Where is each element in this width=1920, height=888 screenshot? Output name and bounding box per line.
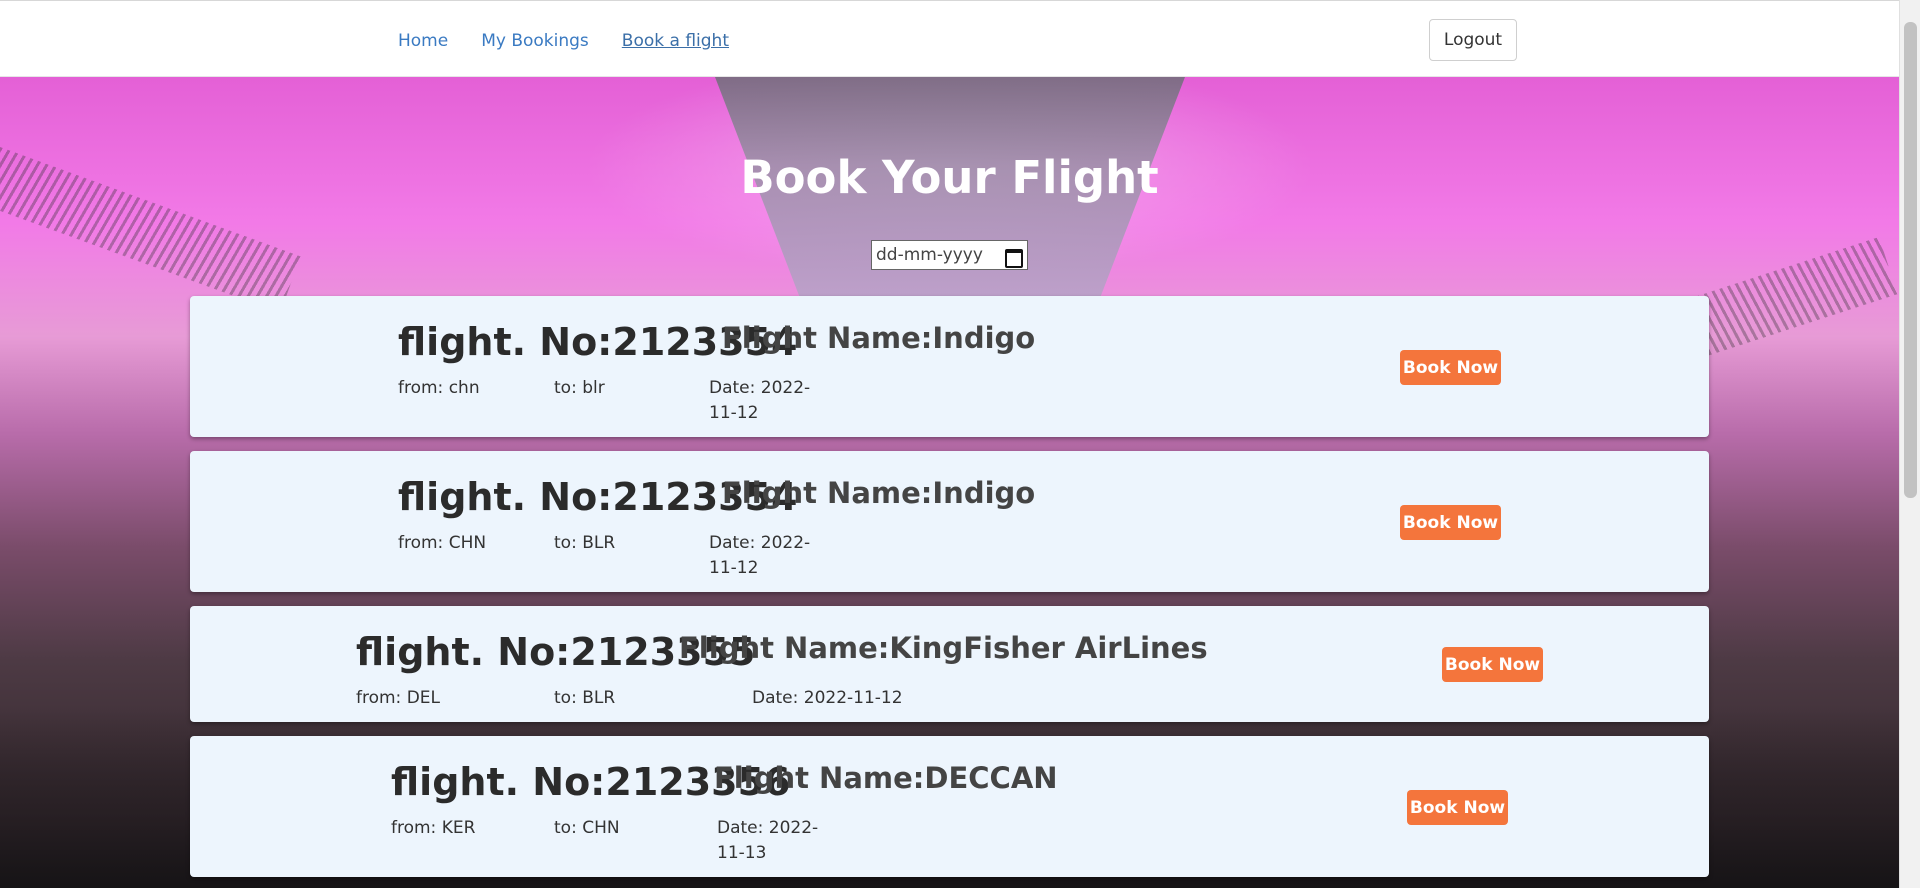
flight-to: to: BLR [554,533,616,553]
nav-my-bookings-link[interactable]: My Bookings [481,31,589,51]
flight-card: flight. No:2123354 Flight Name:Indigo fr… [190,451,1709,592]
flight-card: flight. No:2123356 Flight Name:DECCAN fr… [190,736,1709,877]
flight-from: from: DEL [356,688,440,708]
logout-button[interactable]: Logout [1429,19,1517,61]
flight-from: from: KER [391,818,476,838]
flight-from: from: CHN [398,533,487,553]
book-now-button[interactable]: Book Now [1400,350,1501,385]
flight-name: Flight Name:Indigo [722,476,1036,510]
top-navbar: Home My Bookings Book a flight Logout [0,0,1899,77]
calendar-icon[interactable] [1005,247,1023,268]
nav-book-flight-link[interactable]: Book a flight [622,31,729,51]
flight-name: Flight Name:KingFisher AirLines [679,631,1208,665]
page-title: Book Your Flight [740,151,1159,204]
flight-date: Date: 2022-11-12 [709,533,811,578]
flight-to: to: BLR [554,688,616,708]
flight-card: flight. No:2123354 Flight Name:Indigo fr… [190,296,1709,437]
nav-home-link[interactable]: Home [398,31,448,51]
date-input-placeholder: dd-mm-yyyy [876,245,983,265]
flight-date: Date: 2022-11-13 [717,818,819,863]
date-input[interactable]: dd-mm-yyyy [871,240,1028,270]
flight-to: to: CHN [554,818,620,838]
book-now-button[interactable]: Book Now [1407,790,1508,825]
page-scrollbar[interactable] [1899,0,1920,888]
flight-date: Date: 2022-11-12 [752,688,903,708]
flight-name: Flight Name:Indigo [722,321,1036,355]
scrollbar-thumb[interactable] [1904,22,1917,498]
flight-to: to: blr [554,378,605,398]
book-now-button[interactable]: Book Now [1442,647,1543,682]
flight-date: Date: 2022-11-12 [709,378,811,423]
nav-links: Home My Bookings Book a flight [398,31,729,51]
flight-card: flight. No:2123355 Flight Name:KingFishe… [190,606,1709,722]
flight-from: from: chn [398,378,480,398]
flight-name: Flight Name:DECCAN [714,761,1058,795]
book-now-button[interactable]: Book Now [1400,505,1501,540]
